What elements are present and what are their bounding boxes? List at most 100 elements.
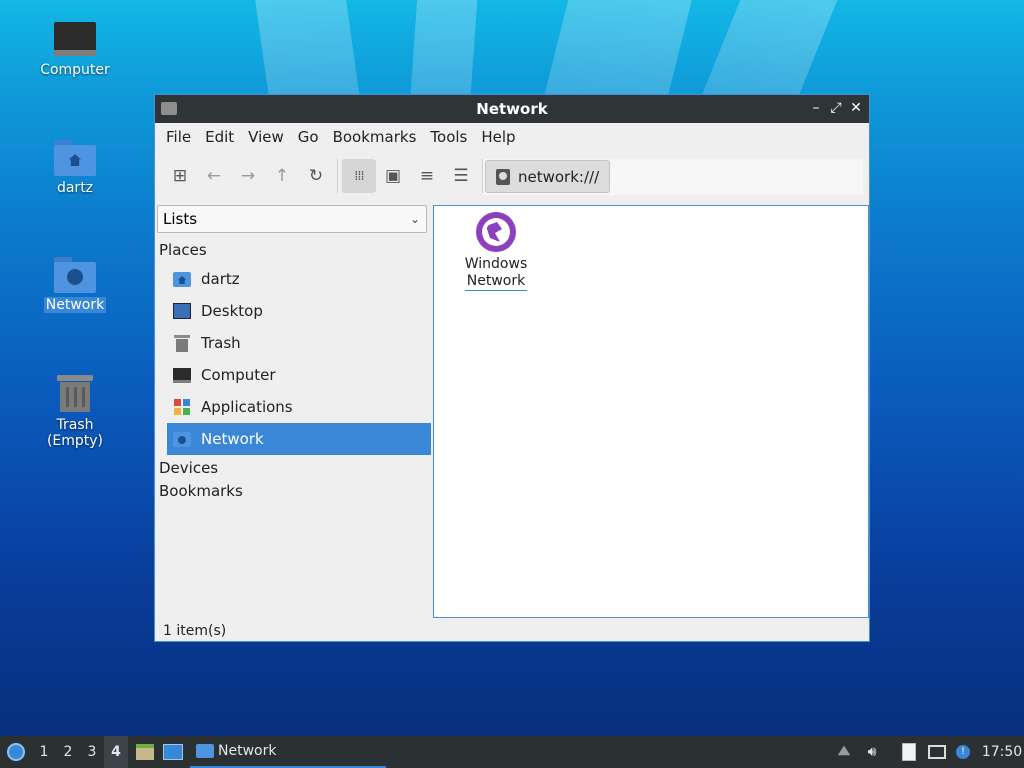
reload-button[interactable]: ↻ xyxy=(299,159,333,193)
icon-view-button[interactable]: ⁞⁞⁞ xyxy=(342,159,376,193)
new-tab-icon: ⊞ xyxy=(172,166,188,186)
desktop-icon-trash[interactable]: Trash (Empty) xyxy=(25,373,125,449)
desktop-icon-computer[interactable]: Computer xyxy=(25,22,125,78)
toolbar: ⊞ ← → ↑ ↻ ⁞⁞⁞ ▣ ≡ ☰ network:/// xyxy=(155,151,869,201)
menu-file[interactable]: File xyxy=(159,128,198,146)
desktop-icon-label: Trash (Empty) xyxy=(46,417,104,449)
file-item-label-line1: Windows xyxy=(464,256,528,272)
sidebar-item-label: Computer xyxy=(201,366,276,384)
toolbar-separator xyxy=(337,159,338,193)
triangle-up-icon xyxy=(837,745,851,756)
workspace-2[interactable]: 2 xyxy=(56,736,80,768)
side-panel-mode-value: Lists xyxy=(163,210,198,228)
network-status-button[interactable] xyxy=(926,736,948,768)
window-title: Network xyxy=(476,100,548,118)
workspace-4[interactable]: 4 xyxy=(104,736,128,768)
applications-icon xyxy=(173,398,191,416)
menu-view[interactable]: View xyxy=(241,128,291,146)
info-icon: ! xyxy=(956,745,970,759)
home-folder-icon xyxy=(173,270,191,288)
drive-icon xyxy=(496,168,510,185)
clock[interactable]: 17:50 xyxy=(980,736,1024,768)
taskbar: 1 2 3 4 Network 🔊︎ ! 17:50 xyxy=(0,736,1024,768)
sidebar-item-network[interactable]: Network xyxy=(167,423,431,455)
menu-help[interactable]: Help xyxy=(474,128,522,146)
network-folder-icon xyxy=(54,257,96,293)
up-button[interactable]: ↑ xyxy=(265,159,299,193)
computer-icon xyxy=(54,22,96,58)
image-icon: ▣ xyxy=(384,166,402,186)
thumbnail-view-button[interactable]: ▣ xyxy=(376,159,410,193)
grid-icon: ⁞⁞⁞ xyxy=(354,168,364,184)
compact-view-button[interactable]: ≡ xyxy=(410,159,444,193)
bookmarks-heading[interactable]: Bookmarks xyxy=(159,482,243,500)
sidebar-item-label: Network xyxy=(201,430,264,448)
desktop-icon-label: Network xyxy=(43,297,107,313)
wired-network-icon xyxy=(928,745,946,759)
volume-button[interactable]: 🔊︎ xyxy=(862,736,882,768)
titlebar[interactable]: Network – ⤢ ✕ xyxy=(155,95,869,123)
close-button[interactable]: ✕ xyxy=(847,99,865,117)
menubar: File Edit View Go Bookmarks Tools Help xyxy=(155,123,869,151)
maximize-button[interactable]: ⤢ xyxy=(827,99,845,117)
new-tab-button[interactable]: ⊞ xyxy=(163,159,197,193)
sidebar-item-label: Desktop xyxy=(201,302,263,320)
workspace-3[interactable]: 3 xyxy=(80,736,104,768)
file-cabinet-icon xyxy=(136,744,154,760)
sidebar-item-dartz[interactable]: dartz xyxy=(167,263,431,295)
sidebar-item-label: Applications xyxy=(201,398,293,416)
clipboard-button[interactable] xyxy=(898,736,920,768)
desktop-icon xyxy=(173,302,191,320)
menu-go[interactable]: Go xyxy=(291,128,326,146)
tray-toggle-button[interactable] xyxy=(834,736,854,768)
task-label: Network xyxy=(218,743,277,759)
back-button[interactable]: ← xyxy=(197,159,231,193)
detailed-list-icon: ☰ xyxy=(453,166,469,186)
sidebar-item-applications[interactable]: Applications xyxy=(167,391,431,423)
task-button-network[interactable]: Network xyxy=(190,736,386,768)
status-bar: 1 item(s) xyxy=(163,623,227,639)
sidebar-item-desktop[interactable]: Desktop xyxy=(167,295,431,327)
folder-icon xyxy=(196,744,214,758)
file-manager-launcher[interactable] xyxy=(134,736,156,768)
trash-icon xyxy=(55,373,95,413)
file-item-windows-network[interactable]: Windows Network xyxy=(456,212,536,291)
file-item-label: Windows Network xyxy=(464,256,528,291)
home-folder-icon xyxy=(54,140,96,176)
menu-edit[interactable]: Edit xyxy=(198,128,241,146)
network-icon xyxy=(173,430,191,448)
places-heading[interactable]: Places xyxy=(159,241,207,259)
path-button[interactable]: network:/// xyxy=(485,160,611,193)
detailed-view-button[interactable]: ☰ xyxy=(444,159,478,193)
clipboard-icon xyxy=(902,743,916,761)
desktop-icon-home-folder[interactable]: dartz xyxy=(25,140,125,196)
file-item-label-line2: Network xyxy=(466,273,526,289)
reload-icon: ↻ xyxy=(308,166,324,186)
menu-bookmarks[interactable]: Bookmarks xyxy=(326,128,424,146)
side-panel: Lists ⌄ Places dartz Desktop Trash Compu… xyxy=(155,203,431,617)
arrow-left-icon: ← xyxy=(206,166,222,186)
arrow-right-icon: → xyxy=(240,166,256,186)
side-panel-mode-select[interactable]: Lists ⌄ xyxy=(157,205,427,233)
lxqt-logo-icon xyxy=(7,743,25,761)
desktop-icon-network[interactable]: Network xyxy=(25,257,125,313)
file-view[interactable]: Windows Network xyxy=(433,205,869,618)
workspace-1[interactable]: 1 xyxy=(32,736,56,768)
list-icon: ≡ xyxy=(419,166,435,186)
devices-heading[interactable]: Devices xyxy=(159,459,218,477)
chevron-down-icon: ⌄ xyxy=(409,212,420,226)
start-menu-button[interactable] xyxy=(4,736,28,768)
computer-icon xyxy=(173,366,191,384)
file-manager-window: Network – ⤢ ✕ File Edit View Go Bookmark… xyxy=(154,94,870,642)
desktop-icon-label: dartz xyxy=(56,180,94,196)
network-globe-icon xyxy=(476,212,516,252)
update-notifier-button[interactable]: ! xyxy=(952,736,974,768)
path-bar: network:/// xyxy=(483,159,863,195)
forward-button[interactable]: → xyxy=(231,159,265,193)
sidebar-item-trash[interactable]: Trash xyxy=(167,327,431,359)
show-desktop-button[interactable] xyxy=(162,736,184,768)
minimize-button[interactable]: – xyxy=(807,99,825,117)
sidebar-item-label: dartz xyxy=(201,270,240,288)
sidebar-item-computer[interactable]: Computer xyxy=(167,359,431,391)
menu-tools[interactable]: Tools xyxy=(423,128,474,146)
